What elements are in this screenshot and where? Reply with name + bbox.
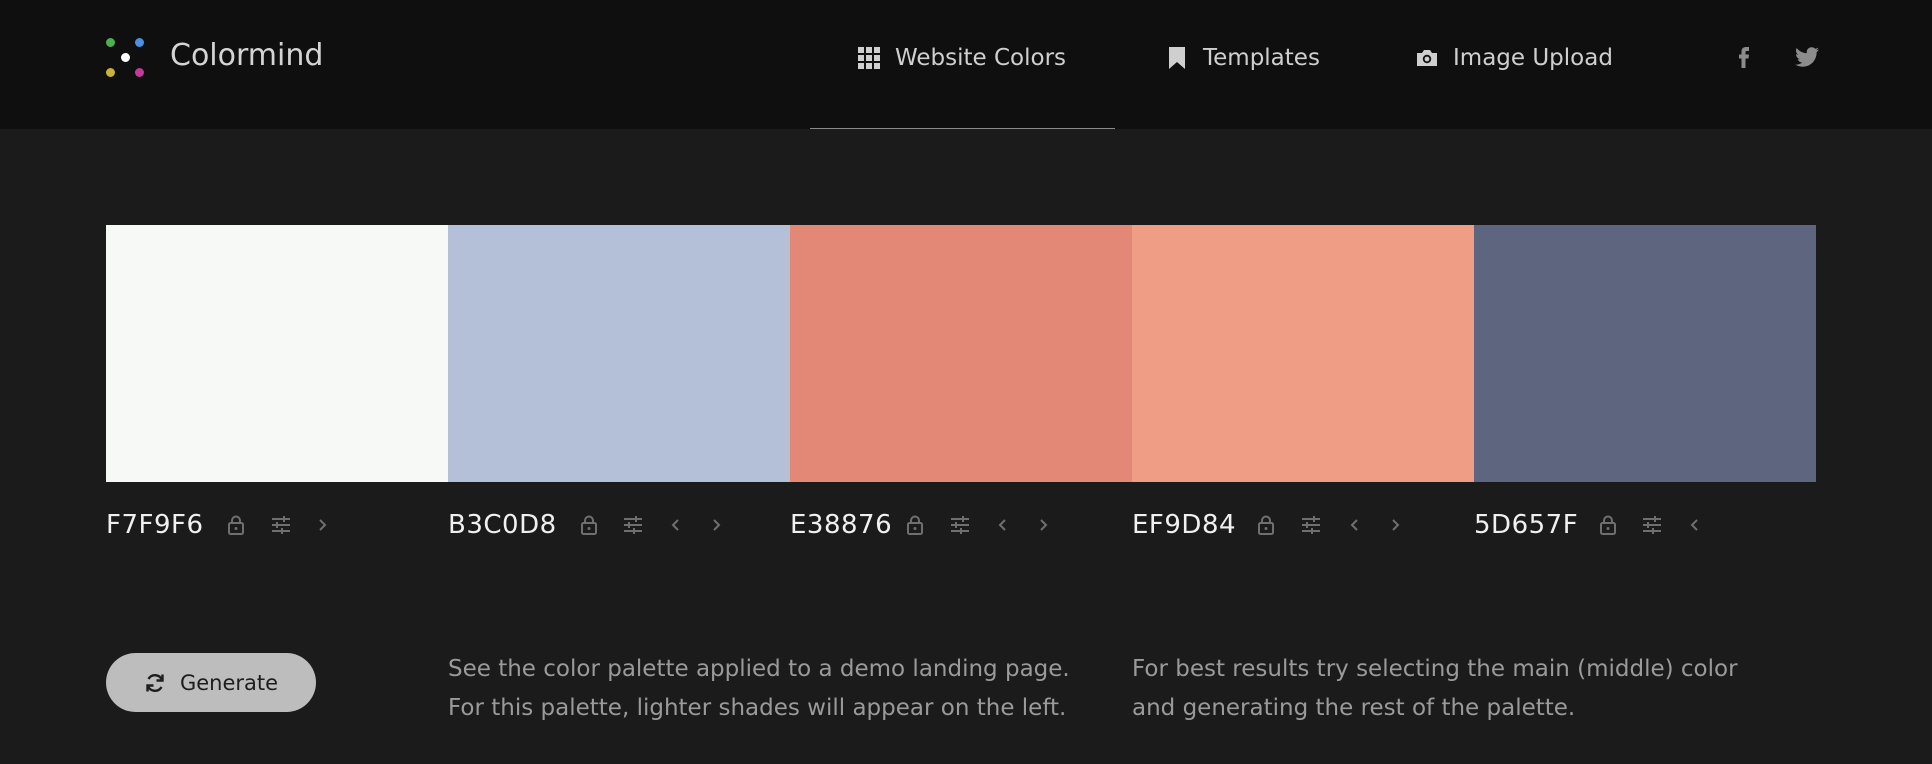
chevron-left-icon[interactable]	[664, 514, 686, 536]
chevron-right-icon[interactable]	[1385, 514, 1407, 536]
demo-info-line-2: For this palette, lighter shades will ap…	[448, 695, 1067, 721]
hex-value[interactable]: E38876	[790, 510, 892, 540]
adjust-sliders-icon[interactable]	[1300, 514, 1322, 536]
nav-label: Website Colors	[895, 45, 1067, 71]
lock-icon[interactable]	[904, 514, 926, 536]
grid-icon	[857, 46, 881, 70]
demo-info-text[interactable]: See the color palette applied to a demo …	[448, 650, 1070, 728]
adjust-sliders-icon[interactable]	[949, 514, 971, 536]
generate-label: Generate	[179, 670, 279, 695]
adjust-sliders-icon[interactable]	[1641, 514, 1663, 536]
chevron-left-icon[interactable]	[1343, 514, 1365, 536]
lock-icon[interactable]	[225, 514, 247, 536]
color-swatch-1[interactable]	[106, 225, 448, 482]
tip-info-text: For best results try selecting the main …	[1132, 650, 1738, 728]
tip-info-line-1: For best results try selecting the main …	[1132, 656, 1738, 682]
lock-icon[interactable]	[1597, 514, 1619, 536]
hex-value[interactable]: F7F9F6	[106, 510, 204, 540]
chevron-right-icon[interactable]	[706, 514, 728, 536]
chevron-right-icon[interactable]	[1033, 514, 1055, 536]
nav-website-colors[interactable]: Website Colors	[857, 38, 1066, 78]
adjust-sliders-icon[interactable]	[622, 514, 644, 536]
hex-value[interactable]: EF9D84	[1132, 510, 1236, 540]
refresh-icon	[144, 672, 166, 694]
chevron-right-icon[interactable]	[312, 514, 334, 536]
adjust-sliders-icon[interactable]	[270, 514, 292, 536]
nav-templates[interactable]: Templates	[1165, 38, 1320, 78]
chevron-left-icon[interactable]	[1683, 514, 1705, 536]
tip-info-line-2: and generating the rest of the palette.	[1132, 695, 1576, 721]
lock-icon[interactable]	[1255, 514, 1277, 536]
bookmark-icon	[1165, 46, 1189, 70]
hex-value[interactable]: B3C0D8	[448, 510, 557, 540]
nav-label: Image Upload	[1453, 45, 1613, 71]
twitter-icon[interactable]	[1793, 42, 1821, 70]
color-swatch-4[interactable]	[1132, 225, 1474, 482]
color-swatch-5[interactable]	[1474, 225, 1816, 482]
active-nav-indicator	[810, 128, 1115, 129]
brand-name[interactable]: Colormind	[170, 38, 323, 73]
generate-button[interactable]: Generate	[106, 653, 316, 712]
facebook-icon[interactable]	[1730, 42, 1758, 70]
nav-image-upload[interactable]: Image Upload	[1415, 38, 1613, 78]
nav-label: Templates	[1203, 45, 1320, 71]
color-swatch-3[interactable]	[790, 225, 1132, 482]
hex-value[interactable]: 5D657F	[1474, 510, 1578, 540]
demo-info-line-1: See the color palette applied to a demo …	[448, 656, 1070, 682]
top-navbar: Colormind Website Colors Templates Image…	[0, 0, 1932, 129]
color-swatch-2[interactable]	[448, 225, 790, 482]
lock-icon[interactable]	[578, 514, 600, 536]
camera-icon	[1415, 46, 1439, 70]
colormind-logo-icon[interactable]	[104, 36, 148, 80]
chevron-left-icon[interactable]	[991, 514, 1013, 536]
